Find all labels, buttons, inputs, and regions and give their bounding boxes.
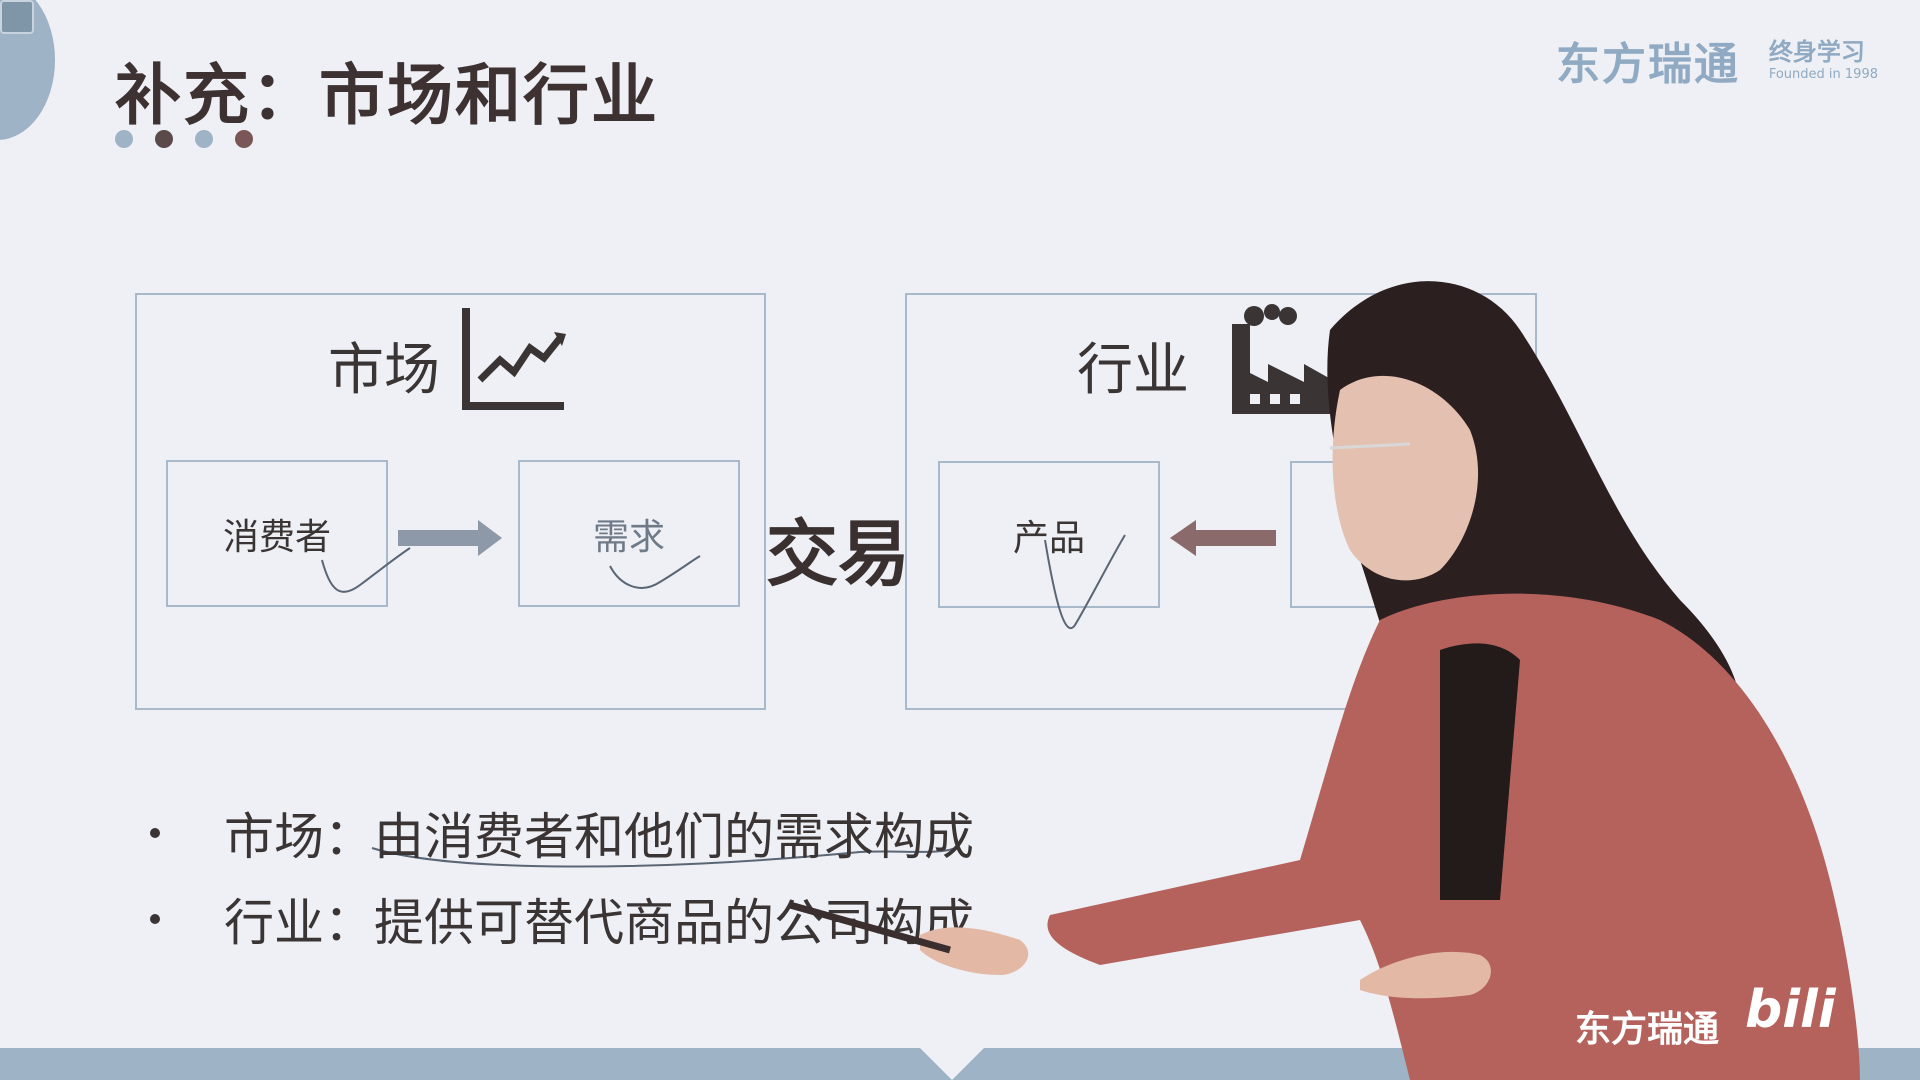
watermark-text: 东方瑞通 xyxy=(1575,1009,1720,1050)
bilibili-logo: bili xyxy=(1745,980,1836,1040)
presenter-figure xyxy=(789,281,1860,1080)
